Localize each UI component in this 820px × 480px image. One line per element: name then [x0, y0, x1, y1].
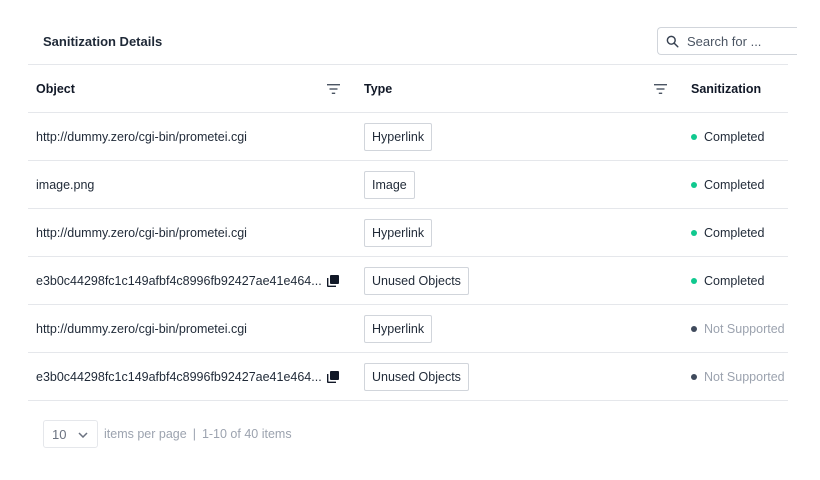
type-tag: Hyperlink	[364, 219, 433, 247]
status-dot	[691, 134, 697, 140]
table-row[interactable]: image.png Image Completed	[28, 161, 788, 209]
object-cell: http://dummy.zero/cgi-bin/prometei.cgi	[36, 130, 247, 144]
search-icon	[666, 35, 679, 48]
type-cell: Unused Objects	[364, 257, 664, 305]
status-cell: Completed	[691, 113, 811, 161]
chevron-down-icon	[78, 432, 88, 438]
copy-icon[interactable]	[327, 371, 339, 383]
page-size-select[interactable]: 10	[43, 420, 98, 448]
status-text: Completed	[704, 226, 765, 240]
table-row[interactable]: e3b0c44298fc1c149afbf4c8996fb92427ae41e4…	[28, 257, 788, 305]
page-size-value: 10	[52, 426, 67, 442]
object-cell: http://dummy.zero/cgi-bin/prometei.cgi	[36, 226, 247, 240]
type-tag: Unused Objects	[364, 267, 469, 295]
type-cell: Image	[364, 161, 664, 209]
status-dot	[691, 326, 697, 332]
object-cell: image.png	[36, 178, 95, 192]
type-cell: Unused Objects	[364, 353, 664, 401]
pagination-separator: |	[192, 427, 196, 441]
status-text: Completed	[704, 130, 765, 144]
status-dot	[691, 374, 697, 380]
table-row[interactable]: http://dummy.zero/cgi-bin/prometei.cgi H…	[28, 209, 788, 257]
status-cell: Completed	[691, 257, 811, 305]
type-cell: Hyperlink	[364, 209, 664, 257]
type-cell: Hyperlink	[364, 305, 664, 353]
column-header-type[interactable]: Type	[364, 65, 664, 113]
table-row[interactable]: http://dummy.zero/cgi-bin/prometei.cgi H…	[28, 305, 788, 353]
object-cell: e3b0c44298fc1c149afbf4c8996fb92427ae41e4…	[36, 370, 322, 384]
column-header-object[interactable]: Object	[36, 65, 336, 113]
panel-header: Sanitization Details	[28, 16, 797, 65]
panel-title: Sanitization Details	[43, 34, 163, 49]
search-input[interactable]	[687, 33, 797, 49]
filter-icon[interactable]	[327, 83, 340, 95]
column-header-sanitization[interactable]: Sanitization	[691, 65, 811, 113]
status-cell: Completed	[691, 209, 811, 257]
status-cell: Completed	[691, 161, 811, 209]
type-tag: Hyperlink	[364, 123, 433, 151]
status-dot	[691, 278, 697, 284]
type-tag: Unused Objects	[364, 363, 469, 391]
status-dot	[691, 230, 697, 236]
table-row[interactable]: e3b0c44298fc1c149afbf4c8996fb92427ae41e4…	[28, 353, 788, 401]
status-text: Not Supported	[704, 322, 785, 336]
status-text: Completed	[704, 178, 765, 192]
object-cell: e3b0c44298fc1c149afbf4c8996fb92427ae41e4…	[36, 274, 322, 288]
status-text: Completed	[704, 274, 765, 288]
table-row[interactable]: http://dummy.zero/cgi-bin/prometei.cgi H…	[28, 113, 788, 161]
status-cell: Not Supported	[691, 353, 811, 401]
status-text: Not Supported	[704, 370, 785, 384]
pagination-range: 1-10 of 40 items	[201, 427, 292, 441]
filter-icon[interactable]	[654, 83, 667, 95]
type-cell: Hyperlink	[364, 113, 664, 161]
status-cell: Not Supported	[691, 305, 811, 353]
table-header-row: Object Type Sanitization	[28, 65, 788, 113]
object-cell: http://dummy.zero/cgi-bin/prometei.cgi	[36, 322, 247, 336]
items-per-page-label: items per page	[104, 427, 187, 441]
status-dot	[691, 182, 697, 188]
copy-icon[interactable]	[327, 275, 339, 287]
type-tag: Hyperlink	[364, 315, 433, 343]
search-box[interactable]	[657, 27, 797, 55]
sanitization-details-panel: Sanitization Details Object Type Sanitiz…	[28, 16, 797, 466]
type-tag: Image	[364, 171, 415, 199]
pagination: 10 items per page | 1-10 of 40 items	[43, 420, 292, 448]
